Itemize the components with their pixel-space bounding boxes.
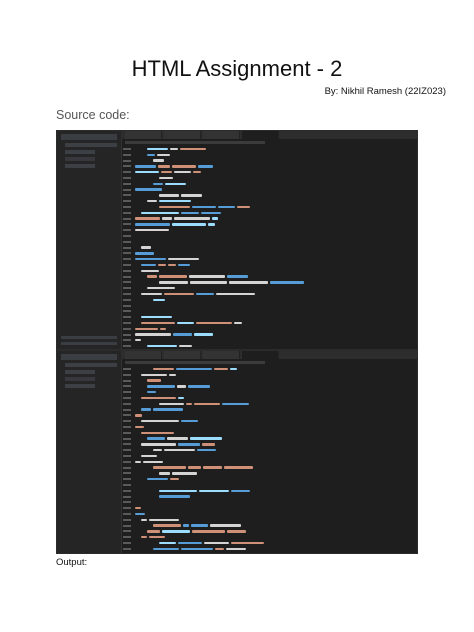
- code-line: [123, 448, 413, 452]
- code-line: [123, 309, 413, 313]
- code-line: [123, 518, 413, 522]
- code-line: [123, 147, 413, 151]
- code-line: [123, 442, 413, 446]
- code-line: [123, 419, 413, 423]
- code-line: [123, 367, 413, 371]
- code-line: [123, 188, 413, 192]
- code-line: [123, 547, 413, 551]
- code-line: [123, 431, 413, 435]
- code-line: [123, 373, 413, 377]
- code-line: [123, 205, 413, 209]
- code-line: [123, 454, 413, 458]
- code-line: [123, 257, 413, 261]
- code-line: [123, 153, 413, 157]
- editor-tabs: [121, 131, 417, 139]
- file-explorer-panel: [57, 351, 122, 553]
- breadcrumb: [125, 361, 265, 364]
- code-line: [123, 471, 413, 475]
- code-line: [123, 338, 413, 342]
- code-line: [123, 408, 413, 412]
- code-line: [123, 298, 413, 302]
- code-line: [123, 263, 413, 267]
- code-line: [123, 489, 413, 493]
- code-line: [123, 425, 413, 429]
- code-line: [123, 292, 413, 296]
- editor-screenshot-2: [56, 350, 418, 554]
- editor-screenshot-1: [56, 130, 418, 350]
- code-line: [123, 286, 413, 290]
- code-line: [123, 315, 413, 319]
- code-line: [123, 402, 413, 406]
- code-line: [123, 211, 413, 215]
- code-line: [123, 413, 413, 417]
- code-line: [123, 222, 413, 226]
- code-line: [123, 477, 413, 481]
- author-byline: By: Nikhil Ramesh (22IZ023): [324, 86, 446, 97]
- code-line: [123, 512, 413, 516]
- code-line: [123, 384, 413, 388]
- code-line: [123, 506, 413, 510]
- code-line: [123, 535, 413, 539]
- code-line: [123, 228, 413, 232]
- code-line: [123, 269, 413, 273]
- code-line: [123, 529, 413, 533]
- code-line: [123, 541, 413, 545]
- code-line: [123, 524, 413, 528]
- code-line: [123, 170, 413, 174]
- code-line: [123, 304, 413, 308]
- code-editor: [123, 147, 413, 348]
- code-line: [123, 251, 413, 255]
- code-line: [123, 280, 413, 284]
- code-line: [123, 234, 413, 238]
- editor-tabs: [121, 351, 417, 359]
- code-editor: [123, 367, 413, 551]
- code-line: [123, 193, 413, 197]
- code-line: [123, 246, 413, 250]
- code-line: [123, 495, 413, 499]
- code-line: [123, 240, 413, 244]
- file-explorer-panel: [57, 131, 122, 349]
- code-line: [123, 182, 413, 186]
- code-line: [123, 176, 413, 180]
- code-line: [123, 396, 413, 400]
- code-line: [123, 437, 413, 441]
- code-line: [123, 483, 413, 487]
- code-line: [123, 327, 413, 331]
- code-line: [123, 379, 413, 383]
- breadcrumb: [125, 141, 265, 144]
- code-line: [123, 199, 413, 203]
- code-line: [123, 344, 413, 348]
- source-code-heading: Source code:: [56, 108, 130, 122]
- code-line: [123, 333, 413, 337]
- code-line: [123, 275, 413, 279]
- output-heading: Output:: [56, 557, 88, 568]
- code-line: [123, 164, 413, 168]
- code-line: [123, 217, 413, 221]
- code-line: [123, 321, 413, 325]
- code-line: [123, 460, 413, 464]
- document-title: HTML Assignment - 2: [131, 56, 343, 81]
- code-line: [123, 466, 413, 470]
- code-line: [123, 159, 413, 163]
- code-line: [123, 500, 413, 504]
- code-line: [123, 390, 413, 394]
